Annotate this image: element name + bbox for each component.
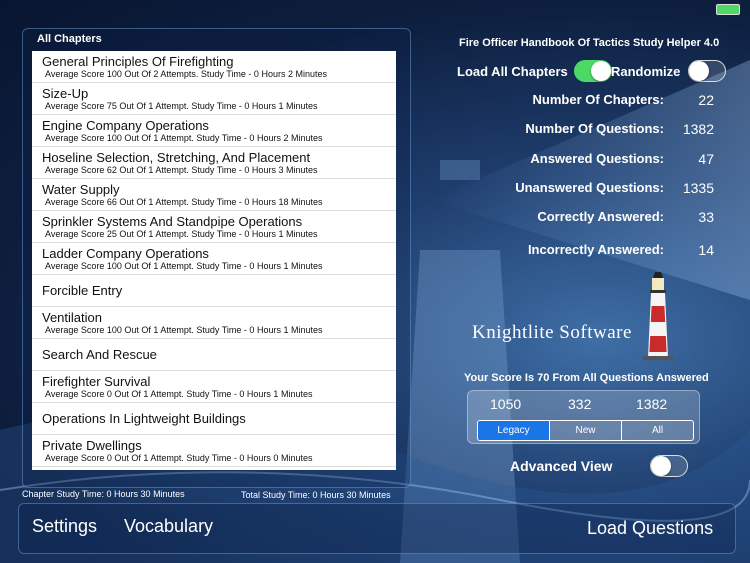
chapter-name: Operations In Lightweight Buildings	[42, 411, 246, 426]
question-type-segmented-control: Legacy New All	[477, 420, 694, 441]
chapter-item[interactable]: Engine Company Operations Average Score 1…	[32, 115, 396, 147]
stat-label: Incorrectly Answered:	[527, 242, 664, 257]
load-questions-button[interactable]: Load Questions	[587, 518, 713, 539]
chapter-detail: Average Score 100 Out Of 1 Attempt. Stud…	[45, 260, 323, 271]
count-all: 1382	[636, 396, 668, 412]
chapter-item[interactable]: Hoseline Selection, Stretching, And Plac…	[32, 147, 396, 179]
stat-label: Number Of Questions:	[525, 121, 664, 136]
app-title: Fire Officer Handbook Of Tactics Study H…	[459, 37, 720, 49]
segment-all[interactable]: All	[622, 421, 693, 440]
stat-row: Number Of Questions: 1382	[420, 121, 722, 139]
stat-value: 33	[698, 209, 714, 225]
chapter-detail: Average Score 100 Out Of 1 Attempt. Stud…	[45, 324, 323, 335]
chapter-detail: Average Score 62 Out Of 1 Attempt. Study…	[45, 164, 318, 175]
chapter-item[interactable]: Ventilation Average Score 100 Out Of 1 At…	[32, 307, 396, 339]
stat-row: Incorrectly Answered: 14	[420, 242, 722, 260]
brand-name: Knightlite Software	[472, 322, 632, 343]
stat-label: Correctly Answered:	[537, 209, 664, 224]
vocabulary-button[interactable]: Vocabulary	[124, 516, 213, 537]
stat-value: 47	[698, 151, 714, 167]
chapter-name: Search And Rescue	[42, 347, 157, 362]
toggle-knob	[651, 456, 672, 476]
chapter-item[interactable]: Forcible Entry	[32, 275, 396, 307]
chapter-detail: Average Score 100 Out Of 1 Attempt. Stud…	[45, 132, 323, 143]
chapter-item[interactable]: Search And Rescue	[32, 339, 396, 371]
question-filter-panel: 1050 332 1382 Legacy New All	[467, 390, 700, 444]
stat-value: 1335	[682, 180, 714, 196]
stat-label: Number Of Chapters:	[532, 92, 664, 107]
score-summary: Your Score Is 70 From All Questions Answ…	[464, 372, 709, 384]
chapter-name: Ventilation	[42, 309, 102, 325]
total-study-time: Total Study Time: 0 Hours 30 Minutes	[241, 490, 391, 500]
chapter-detail: Average Score 25 Out Of 1 Attempt. Study…	[45, 228, 318, 239]
advanced-view-toggle[interactable]	[650, 455, 689, 477]
chapter-detail: Average Score 0 Out Of 1 Attempt. Study …	[45, 452, 313, 463]
chapter-item[interactable]: General Principles Of Firefighting Averag…	[32, 51, 396, 83]
count-new: 332	[568, 396, 592, 412]
chapter-name: Forcible Entry	[42, 283, 123, 298]
chapter-study-time: Chapter Study Time: 0 Hours 30 Minutes	[22, 489, 185, 499]
stat-row: Answered Questions: 47	[420, 151, 722, 169]
stat-row: Correctly Answered: 33	[420, 209, 722, 227]
toggle-knob	[689, 61, 710, 81]
chapter-name: Private Dwellings	[42, 437, 142, 453]
chapter-name: Firefighter Survival	[42, 373, 151, 389]
chapter-name: General Principles Of Firefighting	[42, 53, 234, 69]
segment-new[interactable]: New	[550, 421, 622, 440]
load-all-chapters-label: Load All Chapters	[457, 63, 568, 79]
chapter-list[interactable]: General Principles Of Firefighting Averag…	[32, 51, 396, 470]
chapter-name: Ladder Company Operations	[42, 245, 209, 261]
stat-value: 14	[698, 242, 714, 258]
randomize-label: Randomize	[611, 63, 681, 79]
chapter-name: Hoseline Selection, Stretching, And Plac…	[42, 149, 311, 165]
lighthouse-logo-icon	[643, 272, 673, 360]
load-all-chapters-toggle[interactable]	[573, 60, 612, 82]
chapter-detail: Average Score 0 Out Of 1 Attempt. Study …	[45, 388, 313, 399]
chapter-item[interactable]: Private Dwellings Average Score 0 Out Of …	[32, 435, 396, 467]
segment-legacy[interactable]: Legacy	[478, 421, 550, 440]
stat-row: Unanswered Questions: 1335	[420, 180, 722, 198]
chapter-name: Engine Company Operations	[42, 117, 209, 133]
panel-title: All Chapters	[37, 33, 102, 45]
randomize-toggle[interactable]	[688, 60, 727, 82]
chapter-name: Water Supply	[42, 181, 120, 197]
bottom-toolbar: Settings Vocabulary Load Questions	[18, 503, 736, 554]
chapter-name: Size-Up	[42, 85, 89, 101]
chapter-detail: Average Score 75 Out Of 1 Attempt. Study…	[45, 100, 318, 111]
toggle-knob	[590, 61, 611, 81]
stat-value: 1382	[682, 121, 714, 137]
chapter-item[interactable]: Firefighter Survival Average Score 0 Out …	[32, 371, 396, 403]
chapter-name: Sprinkler Systems And Standpipe Operatio…	[42, 213, 303, 229]
chapter-detail: Average Score 66 Out Of 1 Attempt. Study…	[45, 196, 323, 207]
stat-row: Number Of Chapters: 22	[420, 92, 722, 110]
stat-label: Answered Questions:	[530, 151, 664, 166]
chapter-detail: Average Score 100 Out Of 2 Attempts. Stu…	[45, 68, 327, 79]
load-all-chapters-row: Load All Chapters	[457, 59, 612, 83]
chapter-item[interactable]: Water Supply Average Score 66 Out Of 1 At…	[32, 179, 396, 211]
chapter-item[interactable]: Operations In Lightweight Buildings	[32, 403, 396, 435]
randomize-row: Randomize	[611, 59, 727, 83]
stat-value: 22	[698, 92, 714, 108]
battery-icon	[716, 4, 740, 15]
settings-button[interactable]: Settings	[32, 516, 97, 537]
chapter-item[interactable]: Ladder Company Operations Average Score 1…	[32, 243, 396, 275]
count-legacy: 1050	[490, 396, 522, 412]
stat-label: Unanswered Questions:	[515, 180, 664, 195]
advanced-view-row: Advanced View	[510, 455, 689, 477]
chapter-item[interactable]: Size-Up Average Score 75 Out Of 1 Attempt…	[32, 83, 396, 115]
advanced-view-label: Advanced View	[510, 458, 613, 474]
chapter-item[interactable]: Sprinkler Systems And Standpipe Operatio…	[32, 211, 396, 243]
chapters-panel: All Chapters General Principles Of Firef…	[22, 28, 411, 488]
